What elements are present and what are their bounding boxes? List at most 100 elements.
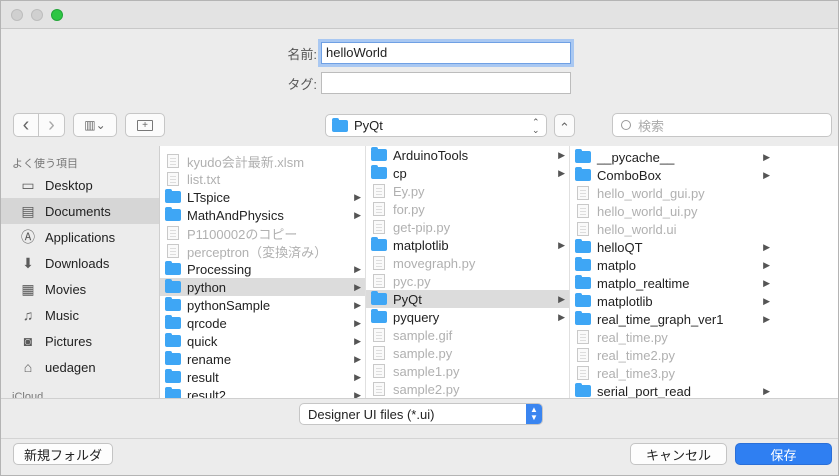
row-label: MathAndPhysics — [187, 207, 284, 223]
file-row[interactable]: pyc.py — [366, 272, 569, 290]
folder-row[interactable]: PyQt ▶ — [366, 290, 569, 308]
file-row[interactable]: sample2.py — [366, 380, 569, 398]
sidebar-item-downloads[interactable]: ⬇ Downloads — [1, 250, 159, 276]
search-field[interactable]: 検索 — [612, 113, 832, 137]
sidebar-item-music[interactable]: ♫ Music — [1, 302, 159, 328]
file-icon — [373, 382, 385, 396]
sidebar-item-documents[interactable]: ▤ Documents — [1, 198, 159, 224]
location-popup[interactable]: PyQt ⌃⌄ — [325, 114, 547, 137]
folder-row[interactable]: __pycache__ ▶ — [570, 148, 774, 166]
file-row[interactable]: sample1.py — [366, 362, 569, 380]
file-row[interactable]: Ey.py — [366, 182, 569, 200]
file-icon — [373, 274, 385, 288]
file-icon — [373, 256, 385, 270]
folder-row[interactable]: rename ▶ — [160, 350, 365, 368]
file-row[interactable]: perceptron（変換済み） — [160, 242, 365, 260]
folder-row[interactable]: real_time_graph_ver1 ▶ — [570, 310, 774, 328]
disclosure-arrow-icon: ▶ — [763, 295, 770, 306]
chevron-up-icon: ⌃ — [559, 120, 570, 135]
sidebar-item-movies[interactable]: ▦ Movies — [1, 276, 159, 302]
sidebar-item-applications[interactable]: Ⓐ Applications — [1, 224, 159, 250]
folder-row[interactable]: cp ▶ — [366, 164, 569, 182]
row-label: result — [187, 369, 219, 385]
folder-row[interactable]: result2 ▶ — [160, 386, 365, 398]
view-mode-button[interactable]: ▥⌄ — [73, 113, 117, 137]
file-type-popup[interactable]: Designer UI files (*.ui) ▲ ▼ — [299, 403, 543, 425]
folder-row[interactable]: matplo_realtime ▶ — [570, 274, 774, 292]
file-row[interactable]: get-pip.py — [366, 218, 569, 236]
sidebar-item-pictures[interactable]: ◙ Pictures — [1, 328, 159, 354]
sidebar-item-label: Pictures — [45, 333, 92, 349]
forward-button[interactable]: › — [38, 113, 65, 137]
new-folder-button[interactable]: 新規フォルダ — [13, 443, 113, 465]
file-row[interactable]: hello_world.ui — [570, 220, 774, 238]
zoom-window-button[interactable] — [51, 9, 63, 21]
row-label: serial_port_read — [597, 383, 691, 399]
file-row[interactable]: real_time3.py — [570, 364, 774, 382]
cancel-button[interactable]: キャンセル — [630, 443, 727, 465]
disclosure-arrow-icon: ▶ — [558, 167, 565, 178]
name-field[interactable]: helloWorld — [321, 42, 571, 64]
folder-row[interactable]: serial_port_read ▶ — [570, 382, 774, 398]
folder-row[interactable]: LTspice ▶ — [160, 188, 365, 206]
disclosure-arrow-icon: ▶ — [558, 293, 565, 304]
location-label: PyQt — [354, 118, 383, 133]
file-row[interactable]: for.py — [366, 200, 569, 218]
folder-row[interactable]: matplotlib ▶ — [570, 292, 774, 310]
file-row[interactable]: real_time2.py — [570, 346, 774, 364]
file-row[interactable]: hello_world_gui.py — [570, 184, 774, 202]
chevron-left-icon: ‹ — [22, 114, 30, 136]
folder-icon — [575, 167, 591, 181]
folder-row[interactable]: python ▶ — [160, 278, 365, 296]
row-label: helloQT — [597, 239, 643, 255]
folder-row[interactable]: pythonSample ▶ — [160, 296, 365, 314]
row-label: quick — [187, 333, 218, 349]
row-label: kyudo会計最新.xlsm — [187, 154, 305, 170]
tag-field[interactable] — [321, 72, 571, 94]
close-window-button[interactable] — [11, 9, 23, 21]
row-label: PyQt — [393, 291, 422, 307]
folder-row[interactable]: qrcode ▶ — [160, 314, 365, 332]
folder-row[interactable]: pyquery ▶ — [366, 308, 569, 326]
file-icon — [373, 220, 385, 234]
folder-icon — [371, 147, 387, 161]
sidebar-item-label: Documents — [45, 203, 111, 219]
file-icon — [577, 222, 589, 236]
file-row[interactable]: real_time.py — [570, 328, 774, 346]
favorites-heading: よく使う項目 — [12, 158, 78, 170]
file-icon — [373, 328, 385, 342]
folder-row[interactable]: result ▶ — [160, 368, 365, 386]
file-row[interactable]: list.txt — [160, 170, 365, 188]
folder-row[interactable]: quick ▶ — [160, 332, 365, 350]
folder-row[interactable]: ArduinoTools ▶ — [366, 146, 569, 164]
expand-dialog-button[interactable]: ⌃ — [554, 114, 575, 137]
save-button[interactable]: 保存 — [735, 443, 832, 465]
row-label: pyc.py — [393, 273, 431, 289]
folder-icon — [165, 297, 181, 311]
sidebar-item-label: Applications — [45, 229, 116, 245]
new-folder-toolbar-button[interactable]: + — [125, 113, 165, 137]
row-label: real_time.py — [597, 329, 668, 345]
folder-icon — [575, 275, 591, 289]
row-label: python — [187, 279, 227, 295]
minimize-window-button[interactable] — [31, 9, 43, 21]
file-row[interactable]: kyudo会計最新.xlsm — [160, 152, 365, 170]
folder-row[interactable]: MathAndPhysics ▶ — [160, 206, 365, 224]
folder-row[interactable]: matplotlib ▶ — [366, 236, 569, 254]
file-row[interactable]: movegraph.py — [366, 254, 569, 272]
folder-row[interactable]: matplo ▶ — [570, 256, 774, 274]
sidebar-item-home[interactable]: ⌂ uedagen — [1, 354, 159, 380]
folder-row[interactable]: Processing ▶ — [160, 260, 365, 278]
sidebar-item-desktop[interactable]: ▭ Desktop — [1, 172, 159, 198]
back-button[interactable]: ‹ — [13, 113, 39, 137]
file-row[interactable]: P1100002のコピー — [160, 224, 365, 242]
file-row[interactable]: hello_world_ui.py — [570, 202, 774, 220]
row-label: hello_world_gui.py — [597, 185, 705, 201]
file-row[interactable]: sample.gif — [366, 326, 569, 344]
folder-row[interactable]: ComboBox ▶ — [570, 166, 774, 184]
folder-row[interactable]: helloQT ▶ — [570, 238, 774, 256]
documents-icon: ▤ — [21, 202, 35, 219]
file-row[interactable]: sample.py — [366, 344, 569, 362]
folder-icon — [165, 315, 181, 329]
disclosure-arrow-icon: ▶ — [558, 239, 565, 250]
